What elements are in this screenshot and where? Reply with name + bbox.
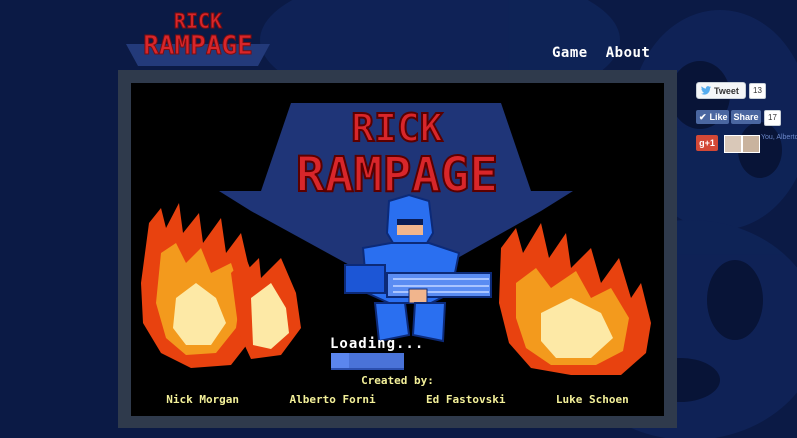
credit-name: Luke Schoen — [555, 393, 629, 406]
loading-progress-fill — [331, 353, 350, 368]
avatar — [742, 135, 760, 153]
site-logo-line2: RAMPAGE — [143, 31, 253, 61]
gplus-button[interactable]: g+1 — [696, 135, 718, 151]
fb-like-button[interactable]: ✔ Like — [696, 110, 729, 124]
nav-game-link[interactable]: Game — [552, 45, 588, 61]
twitter-bird-icon — [701, 86, 711, 95]
fb-share-count: 17 — [764, 110, 781, 126]
right-flame-art — [499, 223, 651, 375]
credit-name: Ed Fastovski — [426, 393, 506, 406]
fb-share-label: Share — [733, 112, 759, 122]
game-canvas[interactable]: RICK RAMPAGE Loading... Created by: Nick… — [131, 83, 664, 416]
credit-name: Alberto Forni — [289, 393, 376, 406]
gplus-you-text: You, Alberto — [761, 134, 797, 141]
fb-share-button[interactable]: Share — [731, 110, 761, 124]
game-title-line2: RAMPAGE — [296, 147, 498, 203]
tweet-count: 13 — [749, 83, 766, 99]
tweet-label: Tweet — [714, 85, 739, 96]
avatar — [724, 135, 742, 153]
tweet-button[interactable]: Tweet — [696, 82, 746, 99]
top-nav: Game About — [552, 45, 650, 61]
fb-like-label: Like — [709, 112, 728, 122]
credits-list: Nick Morgan Alberto Forni Ed Fastovski L… — [131, 393, 664, 406]
credits-title: Created by: — [361, 374, 434, 387]
site-logo[interactable]: RICK RAMPAGE — [118, 6, 278, 66]
loading-progress-bar — [331, 353, 404, 370]
nav-about-link[interactable]: About — [606, 45, 651, 61]
credit-name: Nick Morgan — [166, 393, 240, 406]
game-title-line1: RICK — [351, 106, 443, 150]
site-logo-line1: RICK — [174, 9, 222, 33]
loading-text: Loading... — [330, 336, 425, 352]
left-flame-art — [141, 203, 301, 368]
thumbs-up-icon: ✔ — [699, 111, 707, 122]
